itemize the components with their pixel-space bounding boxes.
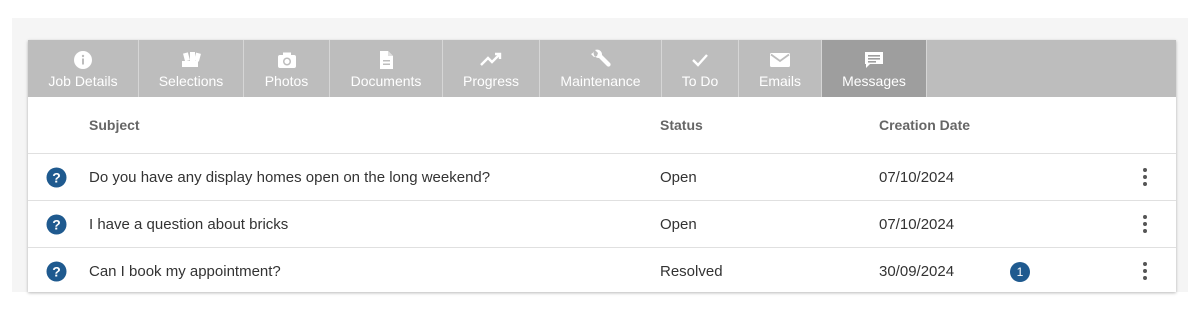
- table-row[interactable]: ? Can I book my appointment? Resolved 30…: [28, 248, 1176, 292]
- tab-label: Progress: [462, 73, 520, 89]
- mail-icon: [769, 50, 791, 70]
- row-subject: Can I book my appointment?: [89, 263, 281, 280]
- question-icon: ?: [46, 214, 67, 239]
- row-creation-date: 07/10/2024: [879, 169, 955, 186]
- tab-label: Job Details: [48, 73, 118, 89]
- tab-label: Selections: [158, 73, 224, 89]
- more-options-icon[interactable]: [1141, 261, 1149, 285]
- tab-job-details[interactable]: Job Details: [28, 40, 139, 97]
- unread-count-badge: 1: [1010, 262, 1030, 282]
- document-icon: [377, 50, 395, 70]
- tab-documents[interactable]: Documents: [330, 40, 443, 97]
- header-subject[interactable]: Subject: [89, 117, 140, 133]
- tab-maintenance[interactable]: Maintenance: [540, 40, 662, 97]
- row-creation-date: 07/10/2024: [879, 216, 955, 233]
- table-row[interactable]: ? Do you have any display homes open on …: [28, 154, 1176, 201]
- row-creation-date: 30/09/2024: [879, 263, 955, 280]
- tab-progress[interactable]: Progress: [443, 40, 540, 97]
- wrench-icon: [590, 49, 612, 70]
- tab-label: Photos: [264, 73, 309, 89]
- question-icon: ?: [46, 261, 67, 286]
- svg-text:?: ?: [52, 264, 61, 280]
- tab-label: Messages: [842, 73, 906, 89]
- tab-to-do[interactable]: To Do: [662, 40, 739, 97]
- more-options-icon[interactable]: [1141, 214, 1149, 238]
- row-subject: Do you have any display homes open on th…: [89, 169, 491, 186]
- row-status: Open: [660, 169, 697, 186]
- table-header: Subject Status Creation Date: [28, 97, 1176, 154]
- row-status: Open: [660, 216, 697, 233]
- tab-label: Maintenance: [560, 73, 641, 89]
- tab-bar: Job Details Selections Photos Documents …: [28, 40, 1176, 97]
- trending-up-icon: [479, 50, 503, 70]
- selections-icon: [179, 50, 203, 70]
- camera-icon: [276, 50, 298, 70]
- check-icon: [690, 50, 710, 70]
- row-subject: I have a question about bricks: [89, 216, 289, 233]
- tab-messages[interactable]: Messages: [822, 40, 927, 97]
- job-card: Job Details Selections Photos Documents …: [28, 40, 1176, 292]
- tab-selections[interactable]: Selections: [139, 40, 244, 97]
- message-icon: [863, 50, 885, 70]
- more-options-icon[interactable]: [1141, 167, 1149, 191]
- row-status: Resolved: [660, 263, 723, 280]
- header-status[interactable]: Status: [660, 117, 703, 133]
- tab-photos[interactable]: Photos: [244, 40, 330, 97]
- question-icon: ?: [46, 167, 67, 192]
- tab-label: Emails: [758, 73, 801, 89]
- svg-text:?: ?: [52, 170, 61, 186]
- table-row[interactable]: ? I have a question about bricks Open 07…: [28, 201, 1176, 248]
- tab-label: To Do: [681, 73, 719, 89]
- header-creation-date[interactable]: Creation Date: [879, 117, 970, 133]
- tab-emails[interactable]: Emails: [739, 40, 822, 97]
- info-icon: [73, 50, 93, 70]
- svg-text:?: ?: [52, 217, 61, 233]
- messages-table: Subject Status Creation Date ? Do you ha…: [28, 97, 1176, 292]
- tab-label: Documents: [350, 73, 422, 89]
